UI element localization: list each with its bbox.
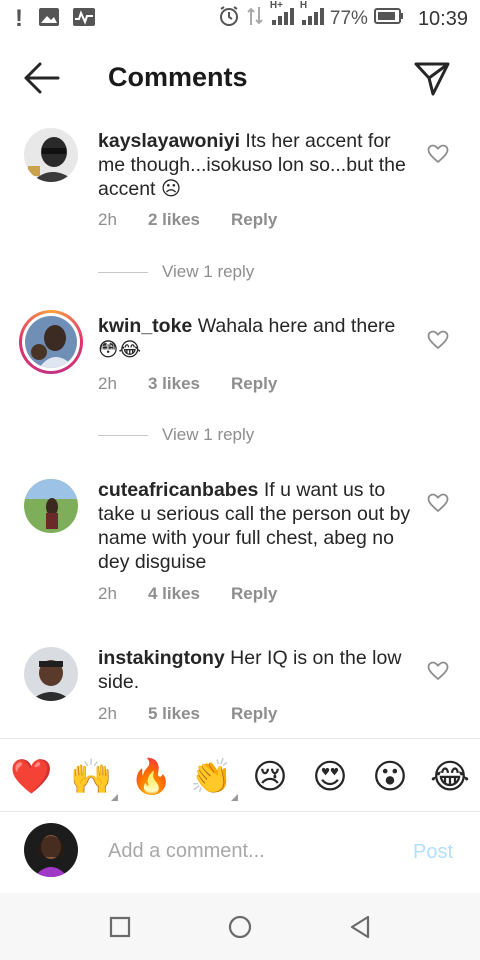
avatar	[25, 316, 77, 368]
comment-likes[interactable]: 3 likes	[148, 374, 231, 394]
comment-time: 2h	[98, 584, 117, 603]
comment-likes[interactable]: 4 likes	[148, 584, 231, 604]
avatar[interactable]	[24, 128, 78, 182]
emoji-laughing[interactable]: 😂	[430, 757, 470, 797]
variant-indicator	[111, 794, 118, 801]
alarm-icon	[218, 5, 240, 33]
system-nav-bar	[0, 893, 480, 960]
like-button[interactable]	[427, 493, 449, 513]
comment-meta: 2h 2 likes Reply	[98, 210, 277, 230]
emoji-crying[interactable]: 😢	[250, 757, 290, 797]
comment-username[interactable]: instakingtony	[98, 647, 225, 669]
status-bar: ! H+ H 77% 10:39	[0, 0, 480, 38]
header: Comments	[0, 50, 480, 106]
paper-plane-icon	[414, 62, 450, 96]
emoji-surprised[interactable]: 😮	[370, 757, 410, 797]
avatar[interactable]	[24, 479, 78, 533]
battery-icon	[373, 7, 404, 31]
emoji-glyph: 👏	[190, 758, 233, 796]
page-title: Comments	[108, 62, 248, 92]
avatar[interactable]	[24, 647, 78, 701]
comment-meta: 2h 4 likes Reply	[98, 584, 277, 604]
signal-icon: H+	[270, 0, 294, 32]
comment-likes[interactable]: 2 likes	[148, 210, 231, 230]
circle-icon	[228, 915, 252, 939]
emoji-raising-hands[interactable]: 🙌	[70, 757, 118, 801]
divider-line	[98, 434, 148, 436]
triangle-back-icon	[350, 915, 370, 939]
share-button[interactable]	[412, 58, 452, 98]
alert-icon: !	[15, 5, 23, 32]
like-button[interactable]	[427, 144, 449, 164]
comment-text: kayslayawoniyi Its her accent for me tho…	[98, 129, 414, 201]
network-label: H+	[269, 0, 283, 11]
comment-meta: 2h 5 likes Reply	[98, 704, 277, 724]
comment-text: cuteafricanbabes If u want us to take u …	[98, 478, 414, 574]
emoji-quick-bar: ❤️ 🙌 🔥 👏 😢 😍 😮 😂	[0, 738, 480, 812]
heart-outline-icon	[427, 330, 449, 350]
gallery-icon	[38, 7, 60, 32]
reply-button[interactable]: Reply	[231, 584, 277, 604]
data-arrows-icon	[246, 5, 264, 33]
comment-composer: Post	[0, 813, 480, 893]
emoji-glyph: 🙌	[70, 758, 113, 796]
comment-username[interactable]: kayslayawoniyi	[98, 130, 240, 152]
emoji-clapping[interactable]: 👏	[190, 757, 238, 801]
emoji-heart[interactable]: ❤️	[10, 757, 52, 797]
heart-outline-icon	[427, 661, 449, 681]
reply-button[interactable]: Reply	[231, 210, 277, 230]
emoji-fire[interactable]: 🔥	[130, 757, 172, 797]
arrow-left-icon	[24, 62, 60, 94]
comment-likes[interactable]: 5 likes	[148, 704, 231, 724]
view-replies-label: View 1 reply	[162, 262, 255, 281]
view-replies-label: View 1 reply	[162, 425, 255, 444]
current-user-avatar	[24, 823, 78, 877]
recents-button[interactable]	[104, 911, 136, 943]
home-button[interactable]	[224, 911, 256, 943]
post-button[interactable]: Post	[413, 841, 453, 864]
back-nav-button[interactable]	[344, 911, 376, 943]
back-button[interactable]	[22, 60, 62, 96]
view-replies-button[interactable]: View 1 reply	[98, 262, 254, 282]
comment-meta: 2h 3 likes Reply	[98, 374, 277, 394]
signal-icon: H	[300, 0, 324, 32]
activity-icon	[72, 7, 96, 32]
comment-text: instakingtony Her IQ is on the low side.	[98, 646, 414, 694]
reply-button[interactable]: Reply	[231, 704, 277, 724]
heart-outline-icon	[427, 144, 449, 164]
network-label: H	[299, 0, 308, 11]
comment-username[interactable]: cuteafricanbabes	[98, 479, 258, 501]
heart-outline-icon	[427, 493, 449, 513]
like-button[interactable]	[427, 330, 449, 350]
emoji-heart-eyes[interactable]: 😍	[310, 757, 350, 797]
variant-indicator	[231, 794, 238, 801]
comment-time: 2h	[98, 210, 117, 229]
comment-time: 2h	[98, 704, 117, 723]
battery-percent: 77%	[329, 8, 368, 29]
comment-text: kwin_toke Wahala here and there 😳😂	[98, 314, 414, 362]
story-ring-avatar[interactable]	[19, 310, 83, 374]
divider-line	[98, 271, 148, 273]
comment-time: 2h	[98, 374, 117, 393]
comment-username[interactable]: kwin_toke	[98, 315, 192, 337]
clock: 10:39	[417, 7, 468, 30]
square-icon	[109, 916, 131, 938]
reply-button[interactable]: Reply	[231, 374, 277, 394]
view-replies-button[interactable]: View 1 reply	[98, 425, 254, 445]
like-button[interactable]	[427, 661, 449, 681]
comment-input[interactable]	[108, 835, 398, 867]
